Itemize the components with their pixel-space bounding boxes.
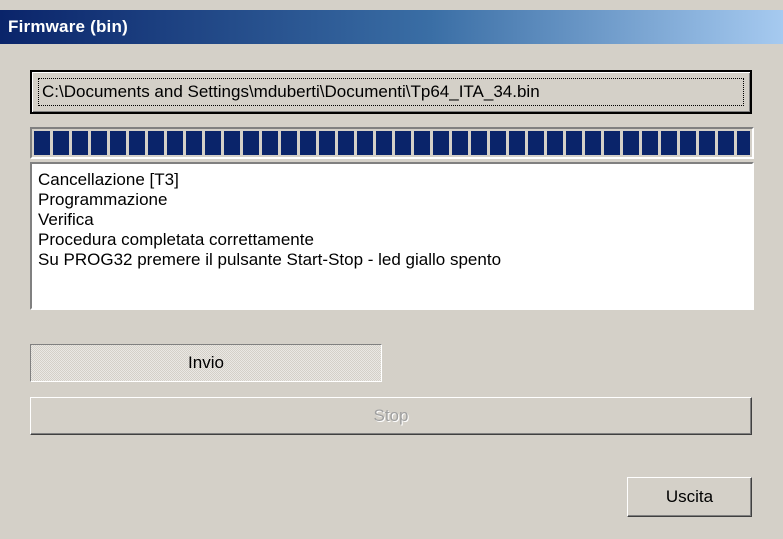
progress-bar-fill — [34, 131, 750, 155]
stop-button[interactable]: Stop — [30, 397, 752, 435]
invio-button[interactable]: Invio — [30, 344, 382, 382]
log-line: Cancellazione [T3] — [38, 170, 179, 189]
window-title: Firmware (bin) — [8, 17, 128, 36]
progress-bar — [30, 127, 754, 159]
file-path-text: C:\Documents and Settings\mduberti\Docum… — [42, 82, 540, 101]
title-bar[interactable]: Firmware (bin) — [0, 10, 783, 44]
log-line: Su PROG32 premere il pulsante Start-Stop… — [38, 250, 502, 269]
firmware-dialog: Firmware (bin) C:\Documents and Settings… — [0, 0, 783, 539]
log-list[interactable]: Cancellazione [T3] Programmazione Verifi… — [30, 162, 754, 310]
file-path-field[interactable]: C:\Documents and Settings\mduberti\Docum… — [30, 70, 752, 114]
log-line: Procedura completata correttamente — [38, 230, 314, 249]
log-line: Verifica — [38, 210, 94, 229]
uscita-button[interactable]: Uscita — [627, 477, 752, 517]
log-line: Programmazione — [38, 190, 168, 209]
